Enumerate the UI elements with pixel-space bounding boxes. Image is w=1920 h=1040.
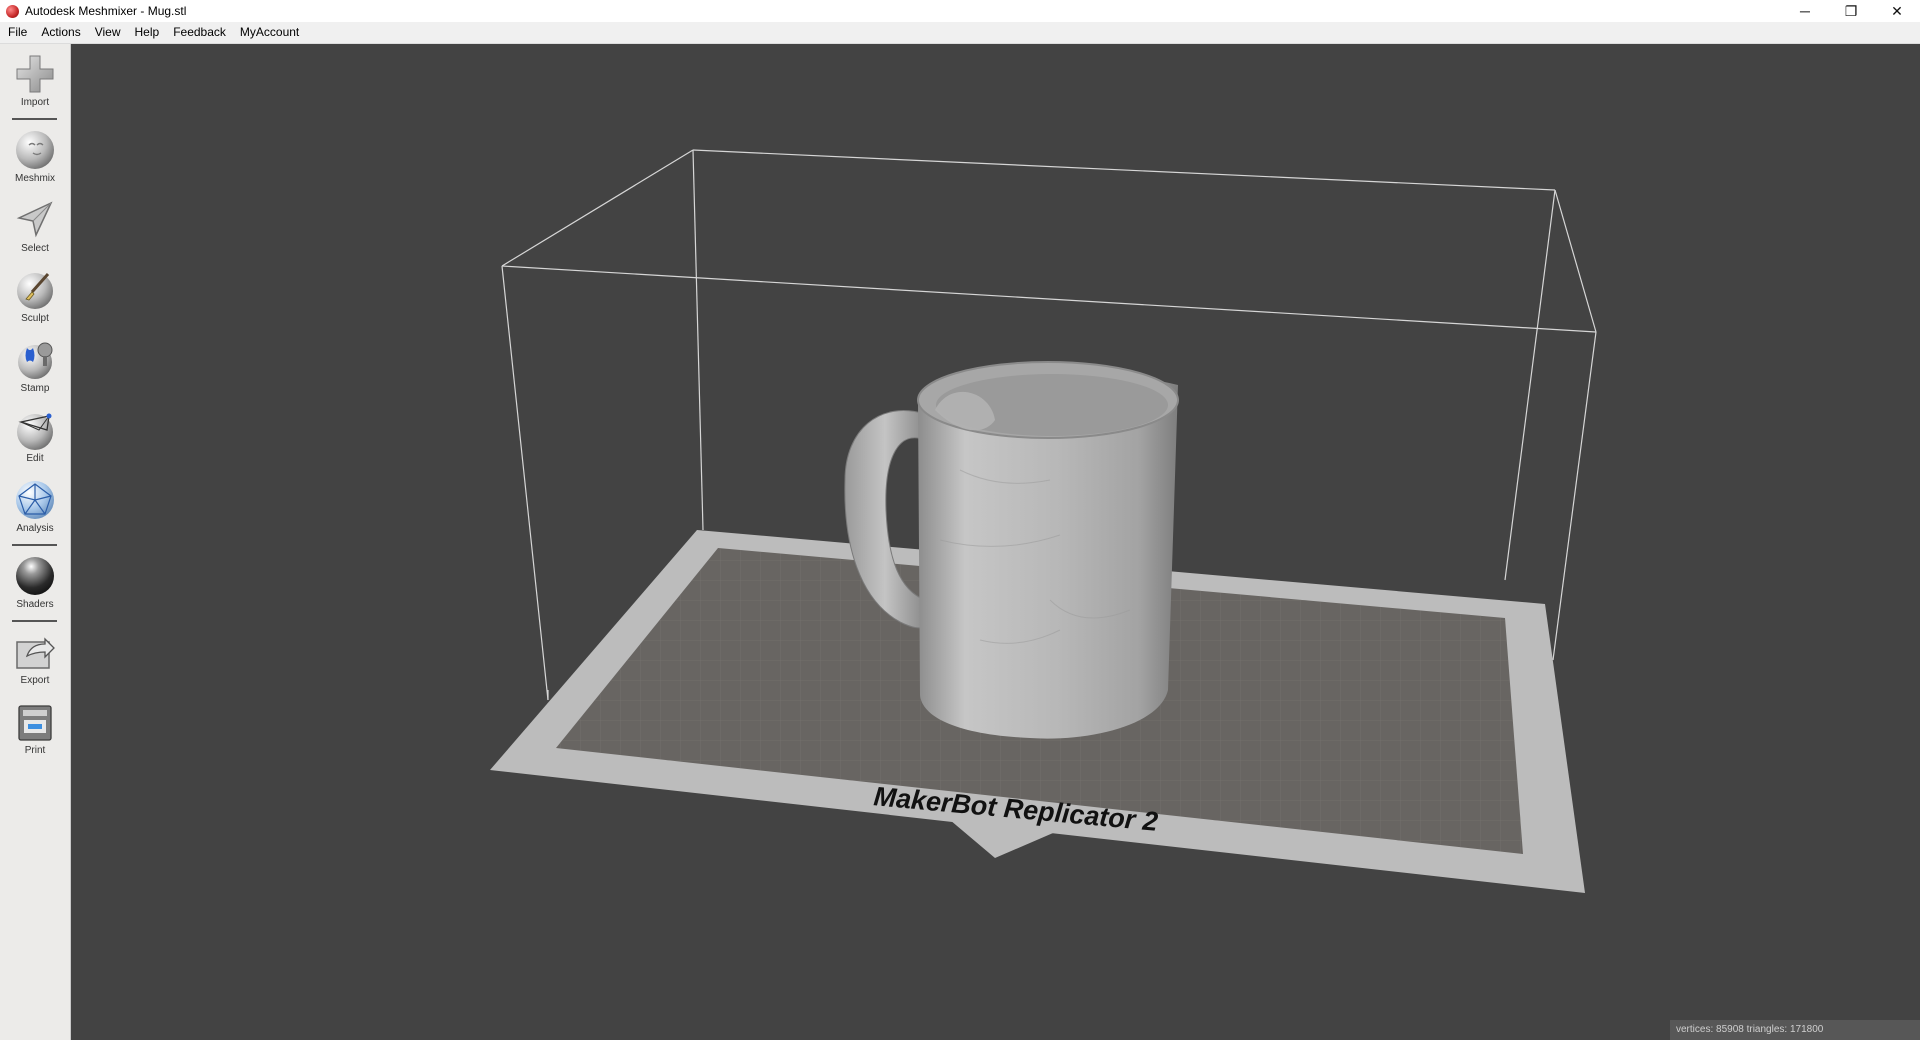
meshmixer-logo-icon [6,4,19,18]
shader-ball-icon [16,557,54,595]
import-label: Import [20,97,50,108]
mesh-stats-status: vertices: 85908 triangles: 171800 [1670,1020,1920,1040]
title-bar: Autodesk Meshmixer - Mug.stl ─ ❐ ✕ [0,0,1920,22]
edit-sphere-icon [17,413,53,450]
meshmix-label: Meshmix [14,173,55,184]
menu-feedback[interactable]: Feedback [166,22,233,43]
import-button[interactable]: Import [0,52,70,108]
menu-actions[interactable]: Actions [34,22,87,43]
export-icon [16,637,55,669]
3d-viewport[interactable]: MakerBot Replicator 2 vertices: 85908 tr… [71,44,1920,1040]
shaders-label: Shaders [16,599,54,610]
export-label: Export [20,675,50,686]
stamp-button[interactable]: Stamp [0,338,70,394]
window-controls: ─ ❐ ✕ [1782,0,1920,22]
menu-view[interactable]: View [88,22,128,43]
close-button[interactable]: ✕ [1874,0,1920,22]
menu-help[interactable]: Help [128,22,167,43]
stamp-icon [18,342,53,379]
printer-icon [18,705,52,741]
select-button[interactable]: Select [0,198,70,254]
toolbar-divider [12,620,57,622]
print-button[interactable]: Print [0,700,70,756]
window-title: Autodesk Meshmixer - Mug.stl [25,4,187,18]
analysis-label: Analysis [16,523,54,534]
analysis-icon [16,481,54,519]
scene-canvas: MakerBot Replicator 2 [490,149,1597,893]
menu-myaccount[interactable]: MyAccount [233,22,306,43]
sculpt-button[interactable]: Sculpt [0,268,70,324]
toolbar-divider [12,118,57,120]
toolbar-divider [12,544,57,546]
shaders-button[interactable]: Shaders [0,554,70,610]
sculpt-label: Sculpt [21,313,49,324]
export-button[interactable]: Export [0,630,70,686]
tool-sidebar: Import Meshmix Select Sculpt Stamp Edit … [0,44,71,1040]
plus-icon [16,55,54,93]
sculpt-brush-icon [17,273,53,309]
stamp-label: Stamp [20,383,50,394]
edit-button[interactable]: Edit [0,408,70,464]
restore-button[interactable]: ❐ [1828,0,1874,22]
minimize-button[interactable]: ─ [1782,0,1828,22]
menu-file[interactable]: File [0,22,34,43]
analysis-button[interactable]: Analysis [0,478,70,534]
select-arrow-icon [16,201,53,238]
menu-bar: File Actions View Help Feedback MyAccoun… [0,22,1920,44]
select-label: Select [21,243,49,254]
meshmix-sphere-icon [16,131,54,169]
edit-label: Edit [26,453,44,464]
meshmix-button[interactable]: Meshmix [0,128,70,184]
print-label: Print [24,745,46,756]
